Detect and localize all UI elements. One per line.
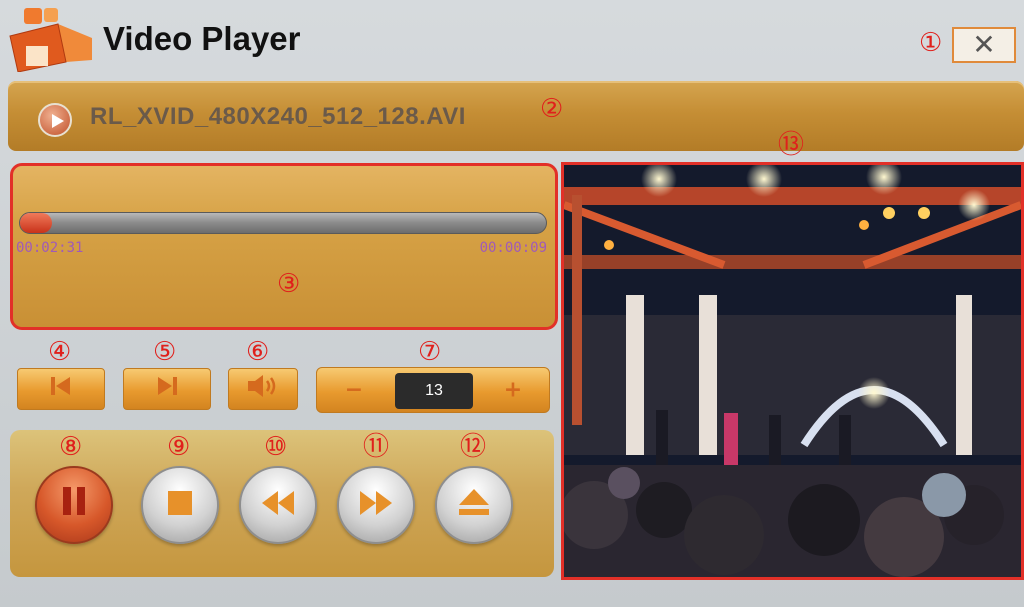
video-display[interactable] xyxy=(561,162,1024,580)
volume-up-button[interactable]: + xyxy=(477,368,549,412)
stop-button[interactable] xyxy=(141,466,219,544)
next-button[interactable] xyxy=(123,368,211,410)
progress-track[interactable] xyxy=(19,212,547,234)
progress-fill xyxy=(20,213,52,233)
mute-button[interactable] xyxy=(228,368,298,410)
callout-6: ⑥ xyxy=(246,337,270,367)
eject-button[interactable] xyxy=(435,466,513,544)
callout-8: ⑧ xyxy=(59,432,83,462)
skip-previous-icon xyxy=(48,375,74,403)
minus-icon: − xyxy=(344,377,364,403)
callout-10: ⑩ xyxy=(264,432,288,462)
window-title: Video Player xyxy=(103,20,301,57)
transport-panel: ⑧ ⑨ ⑩ ⑪ ⑫ xyxy=(10,430,554,577)
callout-4: ④ xyxy=(48,337,72,367)
callout-3: ③ xyxy=(277,269,301,299)
skip-next-icon xyxy=(154,375,180,403)
callout-12: ⑫ xyxy=(460,432,487,462)
fast-forward-button[interactable] xyxy=(337,466,415,544)
eject-icon xyxy=(458,485,490,525)
play-circle-icon xyxy=(38,103,72,137)
callout-13: ⑬ xyxy=(778,130,805,160)
concert-stage-frame xyxy=(564,165,1021,577)
stop-icon xyxy=(167,485,193,525)
previous-button[interactable] xyxy=(17,368,105,410)
pause-button[interactable] xyxy=(35,466,113,544)
callout-11: ⑪ xyxy=(363,432,390,462)
volume-control: − 13 + xyxy=(316,367,550,413)
callout-5: ⑤ xyxy=(153,337,177,367)
callout-9: ⑨ xyxy=(167,432,191,462)
elapsed-time: 00:02:31 xyxy=(16,240,84,256)
close-button[interactable]: ✕ xyxy=(952,27,1016,63)
volume-value: 13 xyxy=(395,373,473,409)
speaker-icon xyxy=(245,373,281,405)
file-bar: RL_XVID_480X240_512_128.AVI xyxy=(8,81,1024,151)
rewind-icon xyxy=(260,485,296,525)
volume-down-button[interactable]: − xyxy=(317,368,391,412)
seek-panel: 00:02:31 00:00:09 ③ xyxy=(10,163,558,330)
callout-2: ② xyxy=(540,94,564,124)
pause-icon xyxy=(61,485,87,525)
rewind-button[interactable] xyxy=(239,466,317,544)
callout-1: ① xyxy=(919,28,943,58)
callout-7: ⑦ xyxy=(418,337,442,367)
remaining-time: 00:00:09 xyxy=(479,240,547,256)
fast-forward-icon xyxy=(358,485,394,525)
plus-icon: + xyxy=(503,377,523,403)
close-icon: ✕ xyxy=(972,28,996,61)
video-camera-icon xyxy=(9,8,92,72)
file-name: RL_XVID_480X240_512_128.AVI xyxy=(90,103,466,130)
